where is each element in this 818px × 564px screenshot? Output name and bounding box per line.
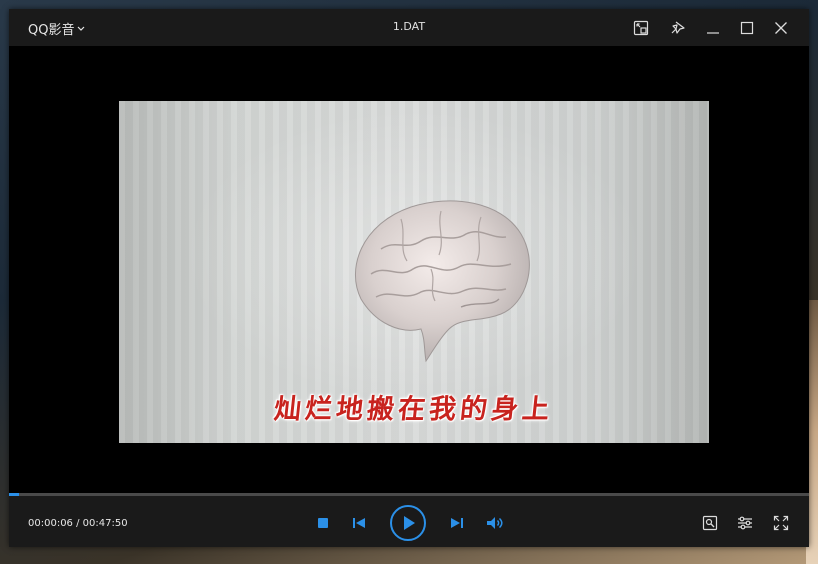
title-bar: QQ影音 1.DAT (9, 9, 809, 46)
player-window: QQ影音 1.DAT 灿烂地搬在我的身上 00:00:06 / 00:47:50 (9, 9, 809, 547)
play-button[interactable] (389, 504, 427, 542)
fullscreen-icon (773, 515, 789, 531)
previous-icon (353, 518, 365, 528)
time-display: 00:00:06 / 00:47:50 (28, 518, 128, 529)
fullscreen-button[interactable] (772, 514, 790, 532)
control-bar: 00:00:06 / 00:47:50 (9, 496, 809, 547)
window-title: 1.DAT (392, 20, 426, 33)
picture-in-picture-icon (633, 20, 649, 36)
brain-image (354, 200, 530, 363)
minimize-button[interactable] (703, 18, 723, 38)
play-icon (390, 505, 426, 541)
chevron-down-icon (78, 26, 85, 31)
app-name-label: QQ影音 (28, 22, 75, 38)
app-menu-button[interactable]: QQ影音 (28, 19, 85, 38)
pin-on-top-button[interactable] (668, 18, 688, 38)
maximize-button[interactable] (737, 18, 757, 38)
volume-button[interactable] (485, 515, 505, 531)
close-button[interactable] (771, 18, 791, 38)
picture-in-picture-button[interactable] (631, 18, 651, 38)
previous-button[interactable] (350, 515, 368, 531)
screenshot-tool-icon (702, 515, 718, 531)
video-subtitle: 灿烂地搬在我的身上 (272, 394, 555, 425)
settings-sliders-icon (738, 516, 752, 530)
stop-icon (318, 518, 328, 528)
stop-button[interactable] (315, 515, 331, 531)
video-area[interactable]: 灿烂地搬在我的身上 (9, 46, 809, 494)
pin-icon (671, 21, 685, 34)
screenshot-tool-button[interactable] (701, 514, 719, 532)
next-button[interactable] (448, 515, 466, 531)
maximize-icon (740, 21, 754, 35)
next-icon (451, 518, 463, 528)
minimize-icon (707, 32, 719, 34)
settings-button[interactable] (736, 514, 754, 532)
volume-icon (487, 517, 503, 529)
video-frame: 灿烂地搬在我的身上 (119, 101, 709, 443)
close-icon (775, 22, 787, 34)
